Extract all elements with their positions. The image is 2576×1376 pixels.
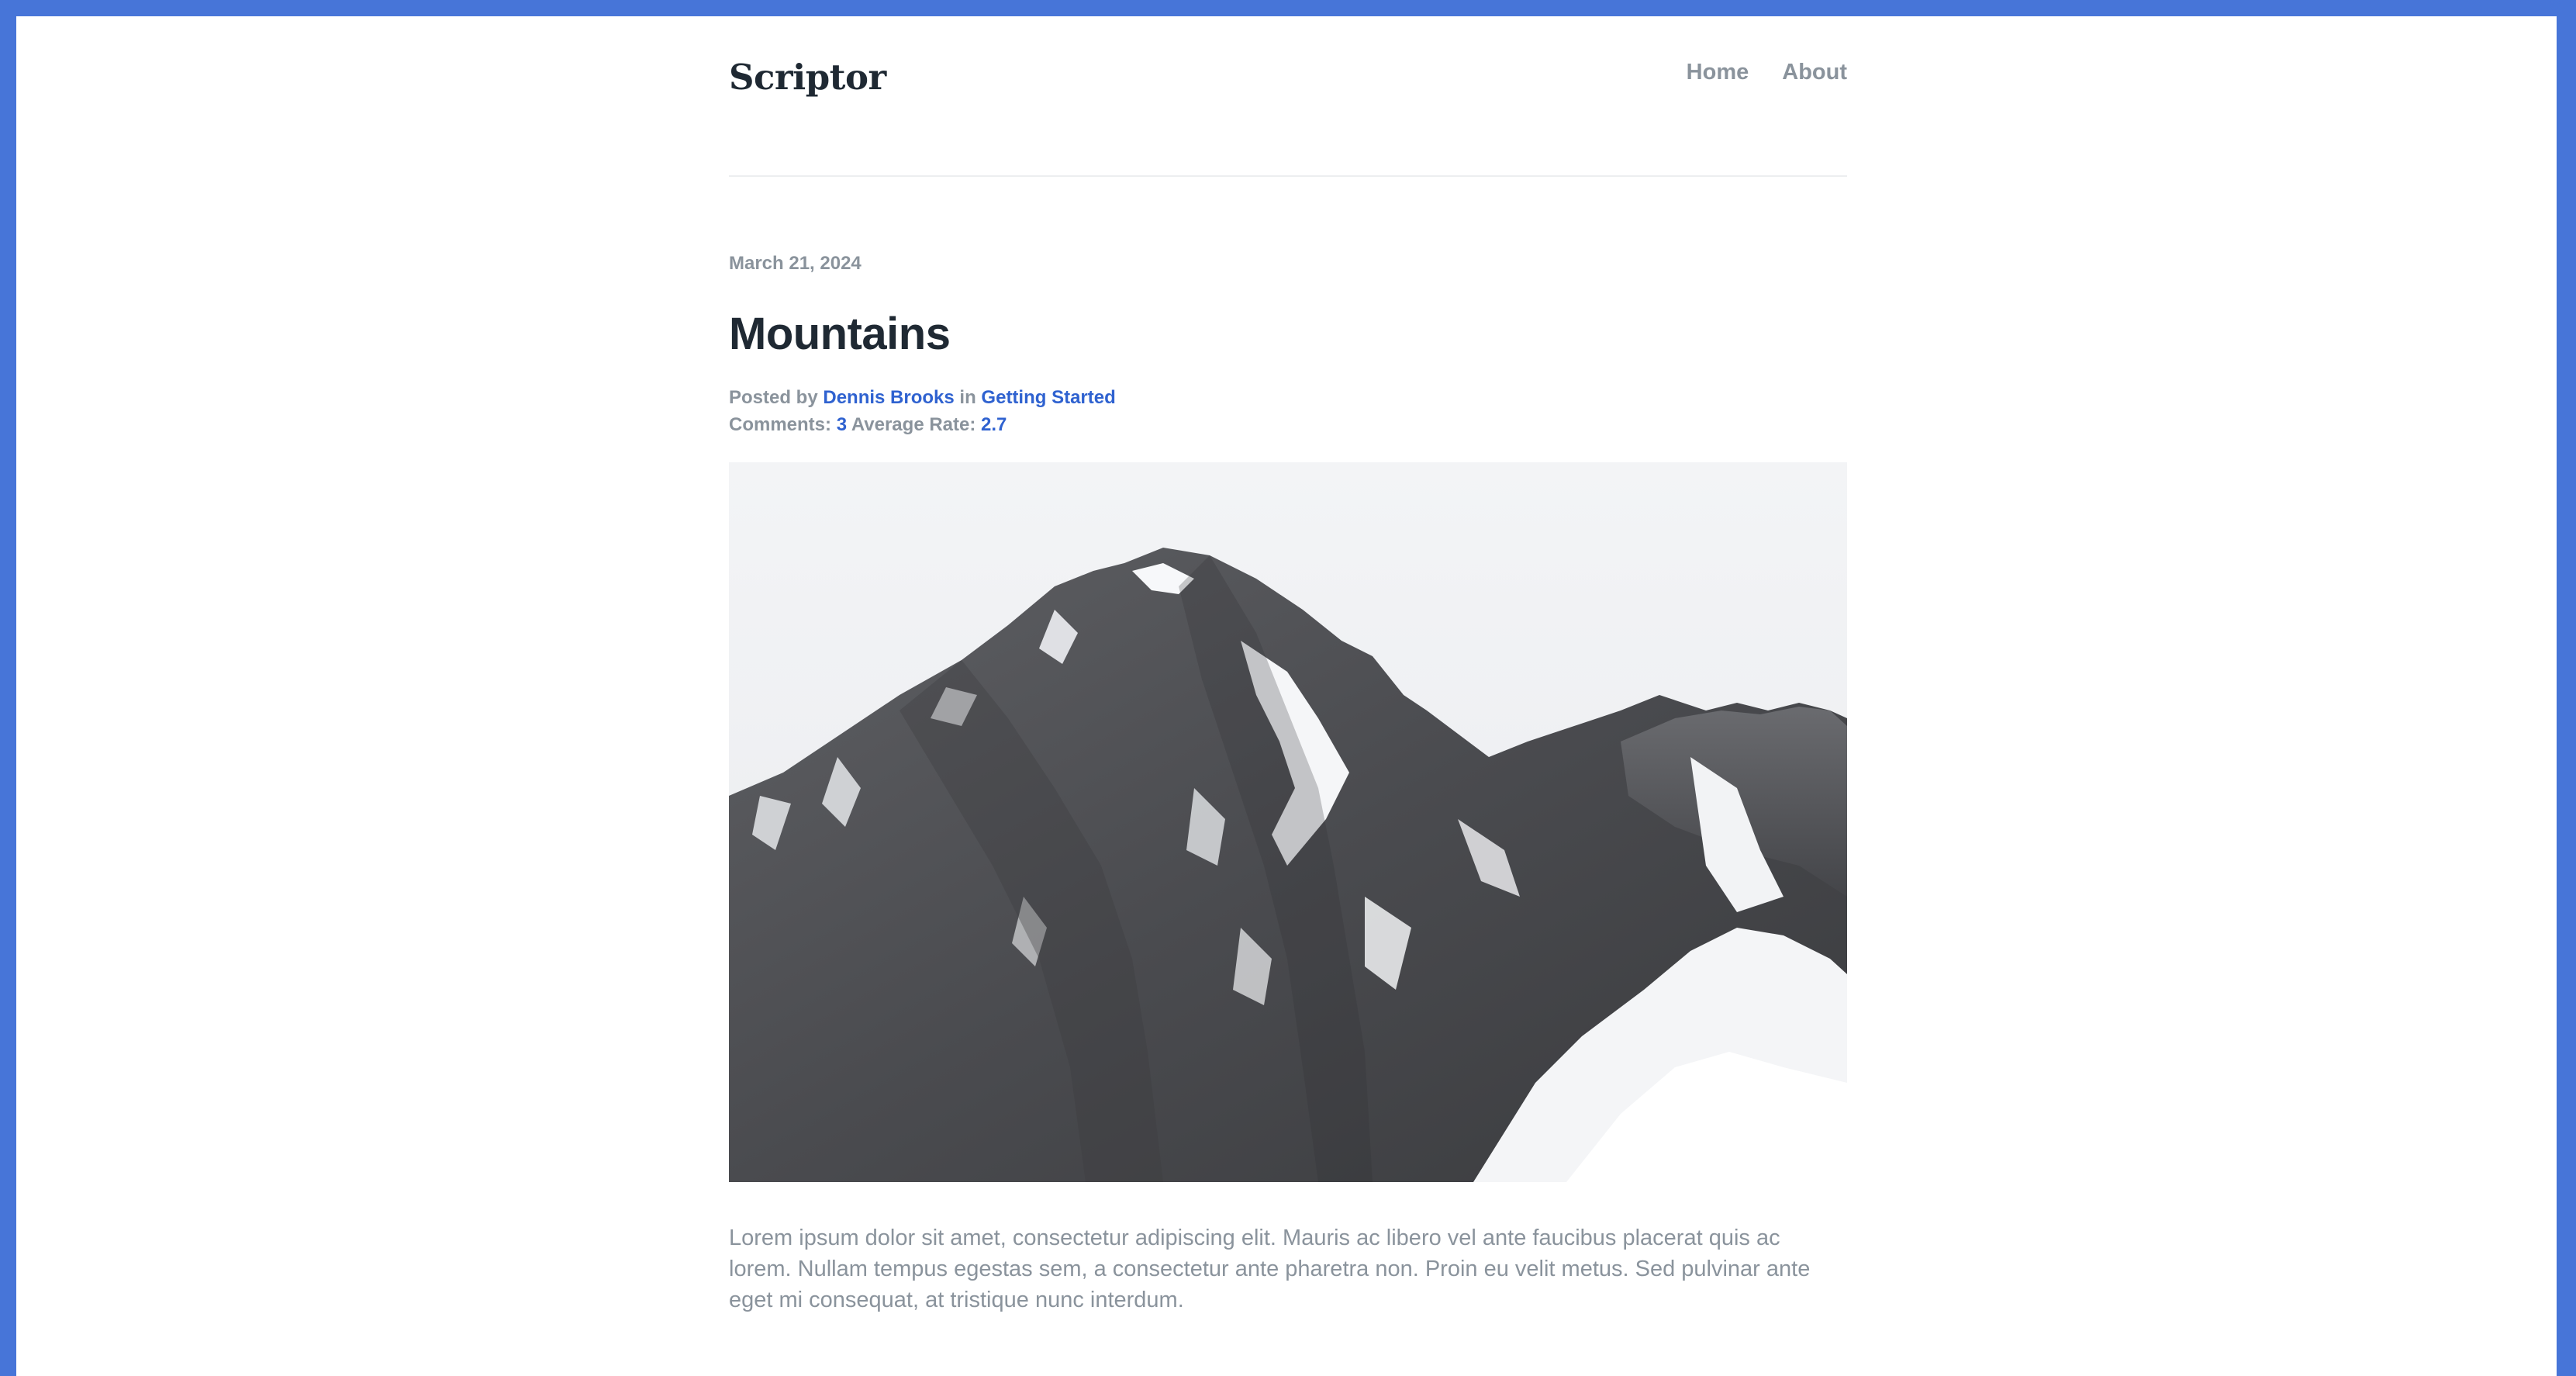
average-rate-label: Average Rate:	[851, 414, 976, 435]
page: Scriptor Home About March 21, 2024 Mount…	[16, 16, 2557, 1376]
posted-by-label: Posted by	[729, 387, 818, 408]
comments-label: Comments:	[729, 414, 832, 435]
header-divider	[729, 175, 1847, 177]
post-stats: Comments: 3 Average Rate: 2.7	[729, 414, 1007, 436]
mountain-photo-icon	[729, 462, 1847, 1182]
average-rate-link[interactable]: 2.7	[981, 414, 1007, 435]
post-date: March 21, 2024	[729, 253, 862, 274]
in-label: in	[959, 387, 976, 408]
post-body-paragraph: Lorem ipsum dolor sit amet, consectetur …	[729, 1226, 1811, 1312]
site-brand-link[interactable]: Scriptor	[729, 57, 886, 98]
comments-count-link[interactable]: 3	[837, 414, 847, 435]
category-link[interactable]: Getting Started	[981, 387, 1115, 408]
nav-about-link[interactable]: About	[1782, 60, 1847, 85]
author-link[interactable]: Dennis Brooks	[823, 387, 954, 408]
post-title: Mountains	[729, 309, 951, 359]
nav-home-link[interactable]: Home	[1687, 60, 1749, 85]
post-hero-image	[729, 462, 1847, 1182]
post-byline: Posted by Dennis Brooks in Getting Start…	[729, 387, 1116, 409]
main-nav: Home About	[1687, 60, 1847, 85]
